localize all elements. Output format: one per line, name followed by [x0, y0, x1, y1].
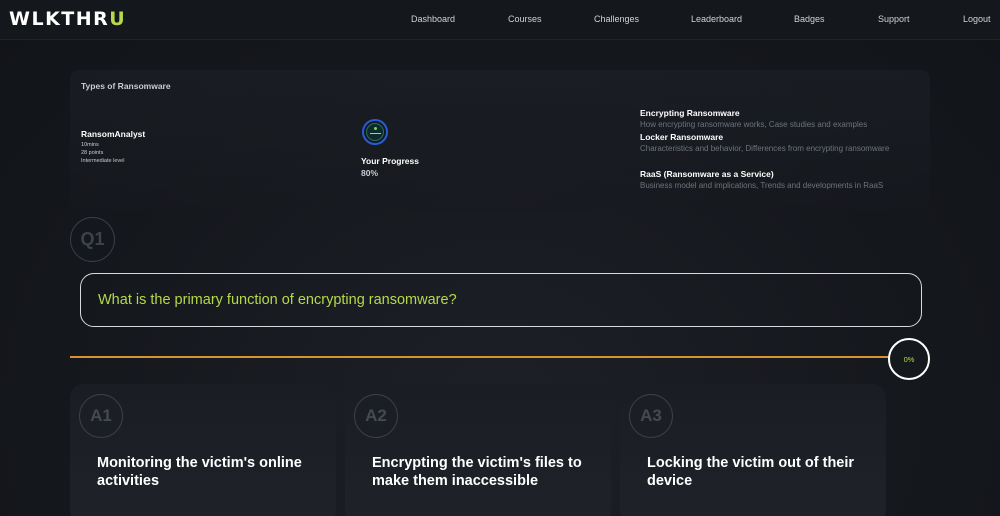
- nav-badges[interactable]: Badges: [794, 13, 825, 25]
- answer-option-a3[interactable]: A3 Locking the victim out of their devic…: [620, 384, 886, 516]
- answer-text: Monitoring the victim's online activitie…: [97, 455, 302, 489]
- nav-courses[interactable]: Courses: [508, 13, 542, 25]
- topic-item: Locker Ransomware Characteristics and be…: [640, 131, 930, 155]
- course-level: Intermediate level: [81, 158, 125, 164]
- timer-progress-bar: [70, 356, 890, 358]
- answer-label-badge: A3: [629, 394, 673, 438]
- topic-description: How encrypting ransomware works, Case st…: [640, 120, 868, 129]
- nav-logout[interactable]: Logout: [963, 13, 991, 25]
- badge-emblem-icon: [366, 123, 384, 141]
- nav-challenges[interactable]: Challenges: [594, 13, 639, 25]
- nav-leaderboard[interactable]: Leaderboard: [691, 13, 742, 25]
- course-duration: 10mins: [81, 142, 99, 148]
- answer-text: Encrypting the victim's files to make th…: [372, 455, 582, 489]
- question-box: What is the primary function of encrypti…: [80, 273, 922, 327]
- course-points: 28 points: [81, 150, 104, 156]
- topic-description: Characteristics and behavior, Difference…: [640, 144, 890, 153]
- topic-title: Encrypting Ransomware: [640, 108, 740, 118]
- topic-title: Locker Ransomware: [640, 132, 724, 142]
- top-nav-bar: WLKTHRU Dashboard Courses Challenges Lea…: [0, 0, 1000, 40]
- topic-title: RaaS (Ransomware as a Service): [640, 169, 774, 179]
- course-author: RansomAnalyst: [81, 129, 146, 139]
- question-number-badge: Q1: [70, 217, 115, 262]
- progress-value: 80%: [361, 168, 379, 178]
- progress-label: Your Progress: [361, 156, 419, 166]
- answer-text: Locking the victim out of their device: [647, 455, 855, 489]
- topic-item: Encrypting Ransomware How encrypting ran…: [640, 107, 930, 131]
- course-title: Types of Ransomware: [81, 81, 171, 91]
- answer-label-badge: A1: [79, 394, 123, 438]
- nav-support[interactable]: Support: [878, 13, 910, 25]
- topic-description: Business model and implications, Trends …: [640, 181, 884, 190]
- answer-option-a2[interactable]: A2 Encrypting the victim's files to make…: [345, 384, 611, 516]
- topic-item: RaaS (Ransomware as a Service) Business …: [640, 168, 930, 192]
- answer-label-badge: A2: [354, 394, 398, 438]
- nav-dashboard[interactable]: Dashboard: [411, 13, 455, 25]
- nav-links: Dashboard Courses Challenges Leaderboard…: [0, 0, 1000, 40]
- timer-indicator: 0%: [888, 338, 930, 380]
- question-text: What is the primary function of encrypti…: [98, 292, 457, 308]
- timer-value: 0%: [903, 354, 915, 364]
- course-badge-icon: [362, 119, 388, 145]
- answer-option-a1[interactable]: A1 Monitoring the victim's online activi…: [70, 384, 336, 516]
